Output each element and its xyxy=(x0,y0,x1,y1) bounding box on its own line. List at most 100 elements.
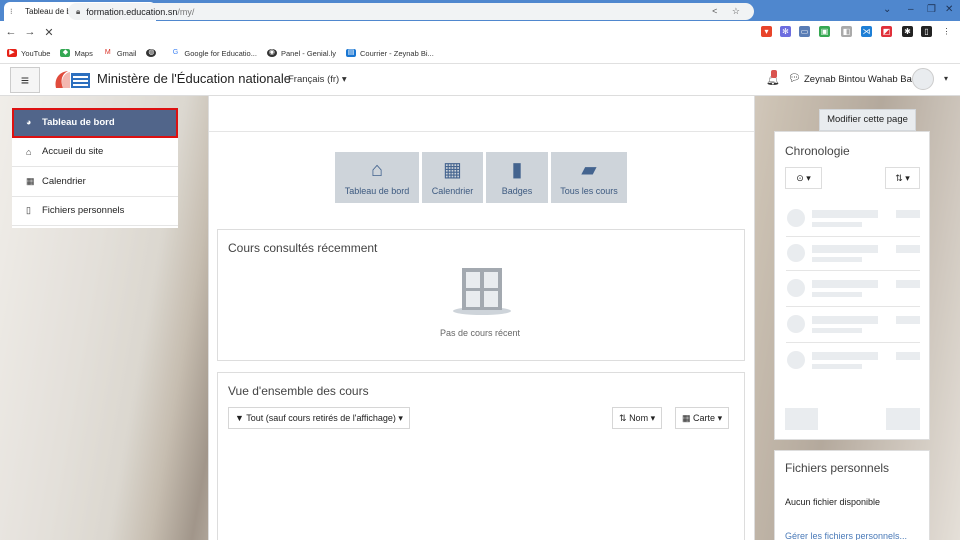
skeleton-divider xyxy=(786,270,920,271)
extension-vscode-icon[interactable]: ⋊ xyxy=(861,26,872,37)
extension-screen-icon[interactable]: ▭ xyxy=(799,26,810,37)
skeleton-line xyxy=(812,245,878,253)
drawer-item-dashboard[interactable]: ◕ Tableau de bord xyxy=(12,108,178,138)
genially-icon: ◉ xyxy=(266,49,277,57)
browser-menu-icon[interactable]: ⋮ xyxy=(941,26,952,37)
skeleton-button xyxy=(785,408,818,430)
drawer-item-private-files[interactable]: ▯ Fichiers personnels xyxy=(12,197,178,226)
extension-red-icon[interactable]: ◩ xyxy=(881,26,892,37)
bookmark-maps[interactable]: ◆ Maps xyxy=(60,49,93,58)
notification-bell-icon[interactable]: 🔔︎ xyxy=(766,70,780,86)
caret-down-icon: ▾ xyxy=(806,173,811,183)
skeleton-line xyxy=(812,280,878,288)
address-toolbar: ← → ✕ xyxy=(0,21,960,43)
skeleton-line xyxy=(896,280,920,288)
timeline-sort-dropdown[interactable]: ⇅ ▾ xyxy=(885,167,920,189)
manage-files-link[interactable]: Gérer les fichiers personnels... xyxy=(785,531,907,540)
sort-icon: ⇅ xyxy=(895,173,903,183)
url-bar[interactable]: 🔒︎ formation.education.sn/my/ < ☆ xyxy=(68,3,754,20)
file-icon: ▯ xyxy=(26,205,31,216)
site-title[interactable]: Ministère de l'Éducation nationale xyxy=(97,71,291,86)
calendar-icon: ▦ xyxy=(26,175,35,186)
gmail-icon: M xyxy=(102,49,113,57)
grid-icon: ▦ xyxy=(682,413,691,423)
extension-arrow-icon[interactable]: ▾ xyxy=(761,26,772,37)
side-panel-icon[interactable]: ▯ xyxy=(921,26,932,37)
globe-icon: ◍ xyxy=(146,49,157,57)
skeleton-avatar xyxy=(787,315,805,333)
skeleton-line xyxy=(896,245,920,253)
course-overview-title: Vue d'ensemble des cours xyxy=(228,384,369,398)
drawer-item-calendar[interactable]: ▦ Calendrier xyxy=(12,167,178,197)
quick-link-calendar[interactable]: ▦ Calendrier xyxy=(422,152,483,203)
restore-icon[interactable]: ❐ xyxy=(927,4,936,15)
private-files-block: Fichiers personnels xyxy=(774,450,930,540)
caret-down-icon: ▾ xyxy=(905,173,910,183)
quick-link-dashboard[interactable]: ⌂ Tableau de bord xyxy=(335,152,419,203)
bookmark-genially[interactable]: ◉ Panel - Genial.ly xyxy=(266,49,336,58)
no-recent-courses-text: Pas de cours récent xyxy=(440,328,521,338)
forward-icon[interactable]: → xyxy=(22,26,38,38)
skeleton-line xyxy=(812,328,862,333)
dashboard-icon: ◕ xyxy=(26,117,32,128)
bookmark-youtube[interactable]: ▶ YouTube xyxy=(7,49,50,58)
language-menu[interactable]: Français (fr) ▾ xyxy=(288,74,347,85)
filter-icon: ▼ xyxy=(235,413,244,423)
tab-search-icon[interactable]: ⌄ xyxy=(883,4,891,15)
course-filter-dropdown[interactable]: ▼ Tout (sauf cours retirés de l'affichag… xyxy=(228,407,410,429)
extension-green-icon[interactable]: ▣ xyxy=(819,26,830,37)
book-icon: ▰ xyxy=(581,159,597,181)
skeleton-line xyxy=(812,257,862,262)
loading-icon: ⁝ xyxy=(10,7,13,16)
quick-link-all-courses[interactable]: ▰ Tous les cours xyxy=(551,152,627,203)
menu-toggle-icon[interactable]: ≡ xyxy=(10,67,40,93)
caret-down-icon: ▾ xyxy=(650,413,656,423)
bookmark-outlook[interactable]: ▤ Courrier - Zeynab Bi... xyxy=(346,49,434,58)
bookmark-globe[interactable]: ◍ xyxy=(146,49,160,57)
sort-dropdown[interactable]: ⇅ Nom ▾ xyxy=(612,407,663,429)
skeleton-avatar xyxy=(787,244,805,262)
skeleton-divider xyxy=(786,306,920,307)
user-menu-caret-icon[interactable]: ▾ xyxy=(944,74,948,83)
clock-icon: ⊙ xyxy=(796,173,804,183)
skeleton-divider xyxy=(786,236,920,237)
message-icon[interactable]: 💬︎ xyxy=(788,73,801,84)
url-host: formation.education.sn xyxy=(86,6,178,17)
close-window-icon[interactable]: ✕ xyxy=(945,4,953,15)
site-navbar: ≡ Ministère de l'Éducation nationale Fra… xyxy=(0,64,960,96)
back-icon[interactable]: ← xyxy=(3,26,19,38)
extension-grey-icon[interactable]: ◧ xyxy=(841,26,852,37)
timeline-filter-dropdown[interactable]: ⊙ ▾ xyxy=(785,167,822,189)
user-name[interactable]: Zeynab Bintou Wahab Ba xyxy=(804,74,912,85)
edit-page-button[interactable]: Modifier cette page xyxy=(819,109,916,131)
skeleton-line xyxy=(896,352,920,360)
caret-down-icon: ▾ xyxy=(717,413,723,423)
page-header xyxy=(209,96,754,132)
share-and-star-icons[interactable]: < ☆ xyxy=(712,6,746,17)
stop-loading-icon[interactable]: ✕ xyxy=(41,26,57,39)
drawer-item-site-home[interactable]: ⌂ Accueil du site xyxy=(12,138,178,167)
timeline-title: Chronologie xyxy=(785,144,850,158)
skeleton-line xyxy=(896,210,920,218)
view-dropdown[interactable]: ▦ Carte ▾ xyxy=(675,407,730,429)
url-path: /my/ xyxy=(177,6,195,17)
bookmark-icon: ▮ xyxy=(511,159,523,181)
extensions-puzzle-icon[interactable]: ✱ xyxy=(902,26,913,37)
extension-gear-icon[interactable]: ✻ xyxy=(780,26,791,37)
bookmark-gmail[interactable]: M Gmail xyxy=(102,49,136,58)
bookmark-google-education[interactable]: G Google for Educatio... xyxy=(170,49,257,58)
skeleton-line xyxy=(812,292,862,297)
minimize-icon[interactable]: – xyxy=(908,4,914,15)
skeleton-line xyxy=(812,316,878,324)
quick-link-badges[interactable]: ▮ Badges xyxy=(486,152,548,203)
skeleton-line xyxy=(812,352,878,360)
no-files-text: Aucun fichier disponible xyxy=(785,497,881,507)
skeleton-avatar xyxy=(787,209,805,227)
maps-icon: ◆ xyxy=(60,49,71,57)
ministry-logo xyxy=(55,71,90,88)
bookmarks-bar: ▶ YouTube ◆ Maps M Gmail ◍ G Google for Educ… xyxy=(0,43,960,64)
skeleton-line xyxy=(896,316,920,324)
skeleton-divider xyxy=(786,342,920,343)
avatar[interactable] xyxy=(912,68,934,90)
caret-down-icon: ▾ xyxy=(398,413,403,423)
